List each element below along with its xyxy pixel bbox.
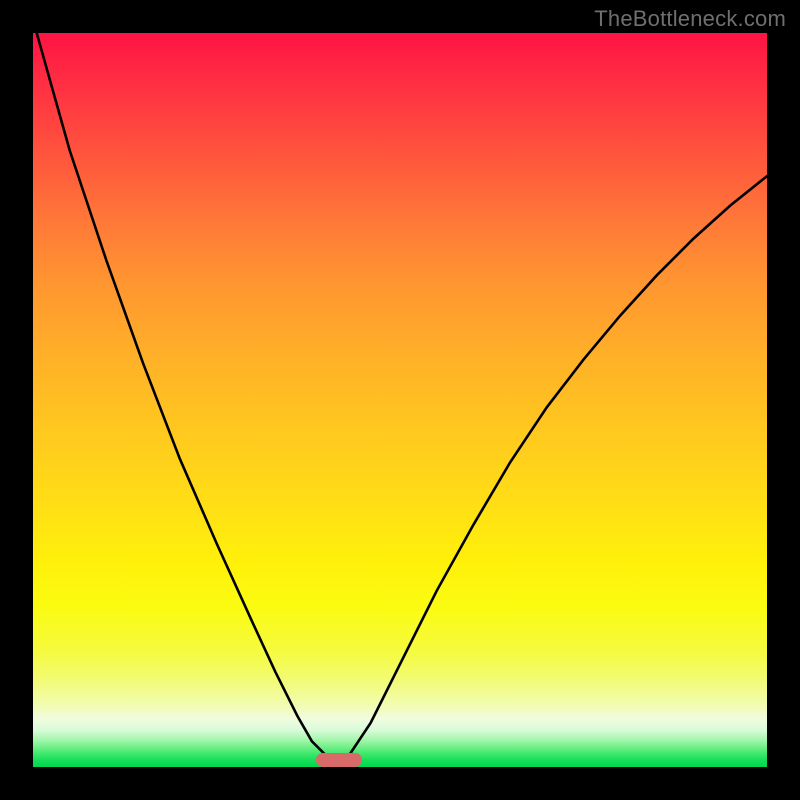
attribution-text: TheBottleneck.com: [594, 6, 786, 32]
curve-right-branch: [349, 176, 767, 756]
plot-area: [33, 33, 767, 767]
chart-frame: TheBottleneck.com: [0, 0, 800, 800]
curve-left-branch: [37, 33, 327, 756]
optimum-marker: [316, 753, 362, 767]
curve-layer: [33, 33, 767, 767]
